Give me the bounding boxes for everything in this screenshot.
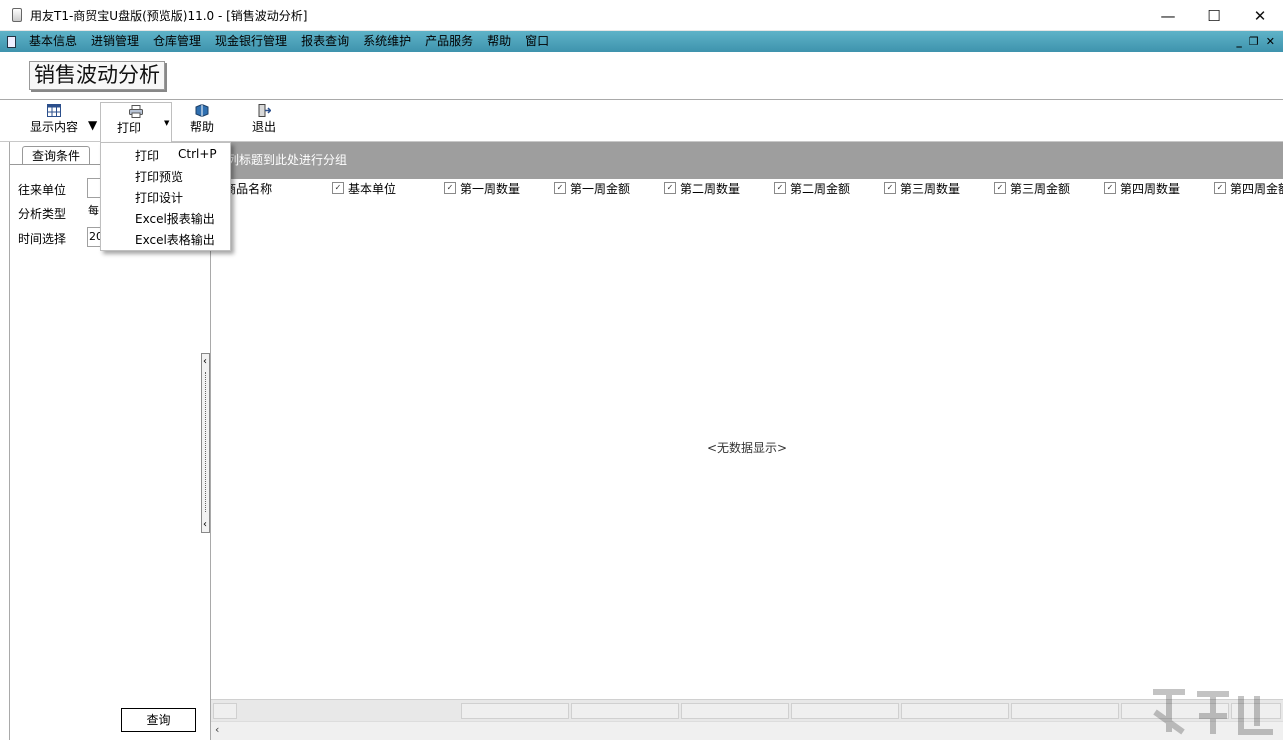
column-filter-icon[interactable]: ✓ [664, 182, 676, 194]
column-header[interactable]: ✓ 第三周数量 [884, 179, 960, 197]
column-header[interactable]: ✓ 第四周数量 [1104, 179, 1180, 197]
horizontal-scrollbar[interactable]: ‹ [211, 721, 1283, 740]
maximize-button[interactable]: ☐ [1191, 0, 1237, 31]
toolbar: 显示内容 ▼ 打印 ▼ 帮助 退出 [0, 100, 1283, 143]
analysis-type-label: 分析类型 [18, 207, 67, 221]
page-header: 销售波动分析 [0, 52, 1283, 100]
display-content-button[interactable]: 显示内容 [18, 102, 90, 140]
menu-system[interactable]: 系统维护 [356, 31, 418, 52]
summary-footer-row [211, 699, 1283, 721]
menu-reports[interactable]: 报表查询 [294, 31, 356, 52]
menu-bar: 基本信息 进销管理 仓库管理 现金银行管理 报表查询 系统维护 产品服务 帮助 … [0, 31, 1283, 52]
help-book-icon [195, 104, 209, 117]
column-filter-icon[interactable]: ✓ [1104, 182, 1116, 194]
help-label: 帮助 [189, 120, 214, 134]
menu-window[interactable]: 窗口 [518, 31, 556, 52]
exit-label: 退出 [251, 120, 276, 134]
column-header[interactable]: ✓ 第一周数量 [444, 179, 520, 197]
printer-icon [129, 105, 143, 118]
menu-warehouse[interactable]: 仓库管理 [146, 31, 208, 52]
time-select-label: 时间选择 [18, 232, 67, 246]
menu-item-print-design[interactable]: 打印设计 [135, 189, 183, 206]
column-filter-icon[interactable]: ✓ [884, 182, 896, 194]
menu-cash-bank[interactable]: 现金银行管理 [208, 31, 294, 52]
group-by-panel[interactable]: 动列标题到此处进行分组 [211, 142, 1283, 179]
menu-item-excel-report[interactable]: Excel报表输出 [135, 210, 215, 227]
watermark-logo [1153, 689, 1273, 735]
column-header[interactable]: ✓ 第三周金额 [994, 179, 1070, 197]
menu-product-service[interactable]: 产品服务 [418, 31, 480, 52]
scroll-left-arrow-icon[interactable]: ‹ [215, 723, 219, 736]
column-header[interactable]: ✓ 第四周金额 [1214, 179, 1283, 197]
menu-item-print[interactable]: 打印 [135, 147, 159, 164]
app-icon [12, 8, 22, 22]
close-button[interactable]: ✕ [1237, 0, 1283, 31]
exit-door-icon [258, 104, 271, 117]
print-dropdown-menu: 打印 Ctrl+P 打印预览 打印设计 Excel报表输出 Excel表格输出 [100, 142, 231, 251]
collapse-left-icon-bottom[interactable]: ‹ [203, 519, 207, 530]
page-title: 销售波动分析 [29, 61, 165, 90]
menu-help[interactable]: 帮助 [480, 31, 518, 52]
grid-icon [47, 104, 61, 117]
exit-button[interactable]: 退出 [244, 102, 284, 140]
mdi-close-button[interactable]: ✕ [1266, 35, 1275, 48]
menu-item-excel-table[interactable]: Excel表格输出 [135, 231, 215, 248]
menu-item-print-preview[interactable]: 打印预览 [135, 168, 183, 185]
data-grid: 动列标题到此处进行分组 ≡ 商品名称 ✓ 基本单位 ✓ 第一周数量 ✓ 第一周金… [211, 142, 1283, 740]
print-dropdown-arrow-icon[interactable]: ▼ [164, 119, 169, 127]
query-button[interactable]: 查询 [121, 708, 196, 732]
column-filter-icon[interactable]: ✓ [332, 182, 344, 194]
empty-grid-message: <无数据显示> [706, 441, 788, 455]
mdi-minimize-button[interactable]: _ [1236, 35, 1242, 48]
column-header-row: ≡ 商品名称 ✓ 基本单位 ✓ 第一周数量 ✓ 第一周金额 ✓ 第二周数量 ✓ … [211, 179, 1283, 197]
help-button[interactable]: 帮助 [182, 102, 222, 140]
mdi-restore-button[interactable]: ❐ [1249, 35, 1259, 48]
column-header[interactable]: ✓ 基本单位 [332, 179, 396, 197]
document-icon[interactable] [7, 35, 16, 48]
column-filter-icon[interactable]: ✓ [774, 182, 786, 194]
collapse-left-icon[interactable]: ‹ [203, 356, 207, 367]
print-label: 打印 [116, 121, 141, 135]
column-header[interactable]: ✓ 第二周数量 [664, 179, 740, 197]
column-filter-icon[interactable]: ✓ [1214, 182, 1226, 194]
minimize-button[interactable]: — [1145, 0, 1191, 31]
display-content-label: 显示内容 [29, 120, 78, 134]
column-header[interactable]: ✓ 第二周金额 [774, 179, 850, 197]
column-filter-icon[interactable]: ✓ [444, 182, 456, 194]
print-button[interactable]: 打印 ▼ [100, 102, 172, 143]
print-shortcut: Ctrl+P [178, 147, 217, 161]
column-header[interactable]: ✓ 第一周金额 [554, 179, 630, 197]
tab-query-conditions[interactable]: 查询条件 [22, 146, 90, 165]
partner-label: 往来单位 [18, 183, 67, 197]
window-titlebar: 用友T1-商贸宝U盘版(预览版)11.0 - [销售波动分析] — ☐ ✕ [0, 0, 1283, 31]
column-filter-icon[interactable]: ✓ [994, 182, 1006, 194]
menu-basic-info[interactable]: 基本信息 [22, 31, 84, 52]
window-title: 用友T1-商贸宝U盘版(预览版)11.0 - [销售波动分析] [30, 8, 308, 23]
column-filter-icon[interactable]: ✓ [554, 182, 566, 194]
panel-splitter[interactable]: ‹ ‹ [201, 353, 210, 533]
menu-purchase-sales[interactable]: 进销管理 [84, 31, 146, 52]
